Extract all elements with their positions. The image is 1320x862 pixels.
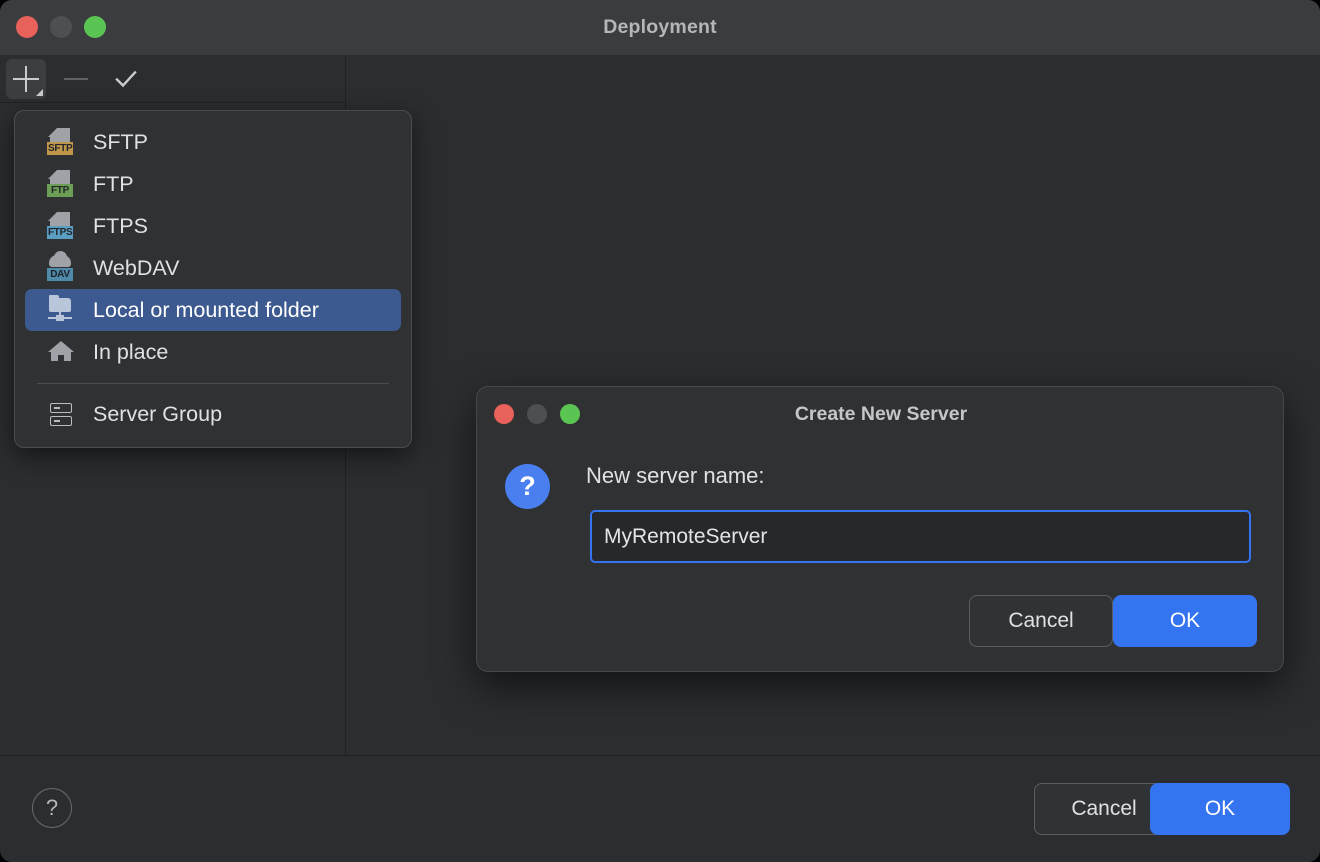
window-titlebar: Deployment <box>0 0 1320 55</box>
local-folder-icon <box>47 296 75 324</box>
create-new-server-dialog: Create New Server ? New server name: Can… <box>476 386 1284 672</box>
ftp-icon: FTP <box>47 170 75 198</box>
toolbar-divider <box>0 102 345 103</box>
new-server-name-input[interactable] <box>590 510 1251 563</box>
menu-item-server-group[interactable]: Server Group <box>25 393 401 435</box>
menu-item-label: SFTP <box>93 130 148 155</box>
menu-item-label: Server Group <box>93 402 222 427</box>
checkmark-icon <box>112 65 140 93</box>
menu-item-webdav[interactable]: DAV WebDAV <box>25 247 401 289</box>
menu-item-local-or-mounted-folder[interactable]: Local or mounted folder <box>25 289 401 331</box>
menu-item-label: FTPS <box>93 214 148 239</box>
remove-server-button[interactable] <box>56 59 96 99</box>
menu-item-label: WebDAV <box>93 256 179 281</box>
dialog-titlebar: Create New Server <box>477 387 1283 441</box>
help-icon[interactable]: ? <box>32 788 72 828</box>
deployment-toolbar <box>0 55 345 103</box>
server-group-icon <box>47 400 75 428</box>
dialog-ok-button[interactable]: OK <box>1113 595 1257 647</box>
question-icon: ? <box>505 464 550 509</box>
add-server-type-menu: SFTP SFTP FTP FTP FTPS FTPS DAV WebDAV <box>14 110 412 448</box>
minus-icon <box>64 78 88 80</box>
menu-separator <box>37 383 389 384</box>
ok-button[interactable]: OK <box>1150 783 1290 835</box>
menu-item-label: Local or mounted folder <box>93 298 319 323</box>
window-bottom-bar: ? Cancel OK <box>0 755 1320 862</box>
menu-item-label: FTP <box>93 172 134 197</box>
home-icon <box>47 338 75 366</box>
deployment-window: Deployment SFTP SFTP F <box>0 0 1320 862</box>
menu-item-label: In place <box>93 340 168 365</box>
dropdown-triangle-icon <box>36 89 43 96</box>
page-title: Deployment <box>0 0 1320 55</box>
dialog-title: Create New Server <box>477 387 1284 441</box>
set-default-button[interactable] <box>106 59 146 99</box>
webdav-icon: DAV <box>47 254 75 282</box>
new-server-name-label: New server name: <box>586 463 765 489</box>
add-server-button[interactable] <box>6 59 46 99</box>
ftps-icon: FTPS <box>47 212 75 240</box>
menu-item-ftps[interactable]: FTPS FTPS <box>25 205 401 247</box>
menu-item-in-place[interactable]: In place <box>25 331 401 373</box>
dialog-cancel-button[interactable]: Cancel <box>969 595 1113 647</box>
menu-item-ftp[interactable]: FTP FTP <box>25 163 401 205</box>
sftp-icon: SFTP <box>47 128 75 156</box>
menu-item-sftp[interactable]: SFTP SFTP <box>25 121 401 163</box>
